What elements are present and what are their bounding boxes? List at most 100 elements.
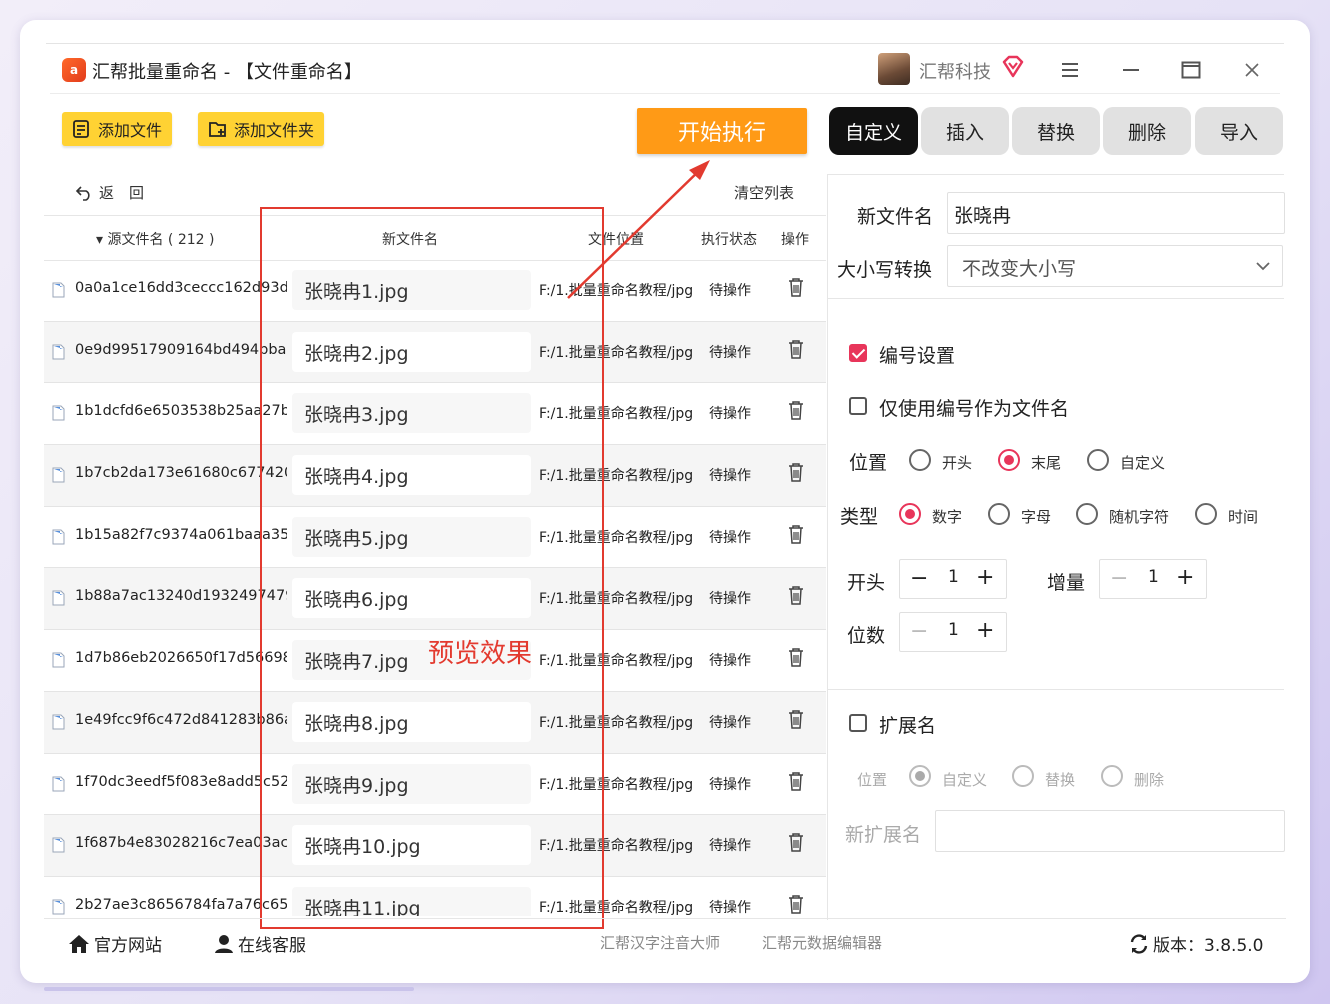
tab-replace[interactable]: 替换 <box>1012 107 1100 155</box>
trash-icon[interactable] <box>788 894 804 914</box>
divider <box>828 689 1284 690</box>
chevron-down-icon <box>1256 262 1270 271</box>
ext-custom-radio[interactable] <box>909 765 931 787</box>
trash-icon[interactable] <box>788 524 804 544</box>
add-folder-label: 添加文件夹 <box>234 121 315 140</box>
file-icon <box>52 590 65 606</box>
trash-icon[interactable] <box>788 462 804 482</box>
trash-icon[interactable] <box>788 400 804 421</box>
source-filename: 1b7cb2da173e61680c677420e <box>75 465 287 482</box>
tab-custom[interactable]: 自定义 <box>829 107 918 155</box>
new-name-input[interactable]: 张晓冉 <box>947 192 1285 234</box>
minimize-icon[interactable] <box>1117 56 1145 84</box>
position-start-radio[interactable] <box>909 449 931 471</box>
status-text: 待操作 <box>709 406 751 423</box>
close-icon[interactable] <box>1238 56 1266 84</box>
menu-icon[interactable] <box>1056 56 1084 84</box>
user-name[interactable]: 汇帮科技 <box>919 58 991 84</box>
trash-icon[interactable] <box>788 832 804 852</box>
increment-label: 增量 <box>1047 572 1086 594</box>
type-random-radio[interactable] <box>1076 503 1098 525</box>
case-select[interactable]: 不改变大小写 <box>947 245 1283 287</box>
type-random-label: 随机字符 <box>1109 508 1170 526</box>
col-source[interactable]: ▾ 源文件名 ( 212 ) <box>96 229 214 249</box>
position-end-radio[interactable] <box>998 449 1020 471</box>
avatar[interactable] <box>878 53 910 85</box>
trash-icon[interactable] <box>788 277 804 297</box>
status-text: 待操作 <box>709 468 751 485</box>
status-text: 待操作 <box>709 899 751 916</box>
start-stepper[interactable]: − 1 + <box>899 559 1007 599</box>
vip-diamond-icon[interactable] <box>1000 54 1026 80</box>
trash-icon[interactable] <box>788 771 804 791</box>
status-text: 待操作 <box>709 714 751 731</box>
tab-import[interactable]: 导入 <box>1195 107 1283 155</box>
version-info[interactable]: 版本：3.8.5.0 <box>1129 931 1263 956</box>
numbering-checkbox[interactable] <box>849 344 867 362</box>
position-custom-radio[interactable] <box>1087 449 1109 471</box>
digits-decrement-button[interactable]: − <box>910 619 928 644</box>
type-time-label: 时间 <box>1228 508 1259 526</box>
trash-icon[interactable] <box>788 339 804 359</box>
increment-value: 1 <box>1148 567 1159 587</box>
type-number-radio[interactable] <box>899 503 921 525</box>
digits-increment-button[interactable]: + <box>976 618 994 643</box>
user-support-icon <box>215 934 233 953</box>
increment-stepper[interactable]: − 1 + <box>1099 559 1207 599</box>
file-icon <box>52 282 65 298</box>
type-letter-radio[interactable] <box>988 503 1010 525</box>
divider <box>828 298 1284 299</box>
col-action: 操作 <box>781 232 809 248</box>
add-folder-button[interactable]: 添加文件夹 <box>198 112 325 146</box>
horizontal-scrollbar[interactable] <box>44 987 414 991</box>
app-logo-text: a <box>69 63 79 77</box>
extension-checkbox[interactable] <box>849 714 867 732</box>
add-folder-icon <box>209 122 226 137</box>
type-time-radio[interactable] <box>1195 503 1217 525</box>
clear-list-button[interactable]: 清空列表 <box>734 182 794 203</box>
file-icon <box>52 837 65 853</box>
add-file-button[interactable]: 添加文件 <box>62 112 173 146</box>
ext-custom-label: 自定义 <box>942 771 988 789</box>
ext-delete-radio[interactable] <box>1101 765 1123 787</box>
type-letter-label: 字母 <box>1021 508 1052 526</box>
new-ext-input[interactable] <box>935 810 1285 852</box>
maximize-icon[interactable] <box>1177 56 1205 84</box>
file-icon <box>52 344 65 360</box>
ext-replace-label: 替换 <box>1045 771 1076 789</box>
footer: 官方网站 在线客服 汇帮汉字注音大师 汇帮元数据编辑器 版本：3.8.5.0 <box>44 918 1286 965</box>
trash-icon[interactable] <box>788 709 804 729</box>
pinyin-app-link[interactable]: 汇帮汉字注音大师 <box>600 932 720 953</box>
file-icon <box>52 714 65 730</box>
preview-highlight-box <box>260 207 604 929</box>
app-logo: a <box>62 58 86 82</box>
start-decrement-button[interactable]: − <box>910 566 928 591</box>
start-value: 1 <box>948 567 959 587</box>
tab-delete[interactable]: 删除 <box>1103 107 1191 155</box>
status-text: 待操作 <box>709 529 751 546</box>
increment-increment-button[interactable]: + <box>1176 565 1194 590</box>
source-filename: 1b1dcfd6e6503538b25aa27bd <box>75 403 287 420</box>
digits-stepper[interactable]: − 1 + <box>899 612 1007 652</box>
metadata-app-link[interactable]: 汇帮元数据编辑器 <box>762 932 882 953</box>
source-filename: 2b27ae3c8656784fa7a76c659b <box>75 896 287 913</box>
support-link[interactable]: 在线客服 <box>214 931 306 956</box>
website-link[interactable]: 官方网站 <box>68 931 162 956</box>
only-number-checkbox[interactable] <box>849 397 867 415</box>
trash-icon[interactable] <box>788 647 804 667</box>
settings-panel: 新文件名 张晓冉 大小写转换 不改变大小写 编号设置 仅使用编号作为文件名 位置… <box>827 174 1285 920</box>
increment-decrement-button[interactable]: − <box>1110 566 1128 591</box>
source-filename: 1f687b4e83028216c7ea03ac3c <box>75 835 287 852</box>
title-divider <box>50 93 1280 94</box>
back-button[interactable]: 返 回 <box>75 182 144 203</box>
source-filename: 1f70dc3eedf5f083e8add5c528 <box>75 773 287 790</box>
start-button[interactable]: 开始执行 <box>637 108 807 154</box>
numbering-label: 编号设置 <box>879 345 956 367</box>
start-increment-button[interactable]: + <box>976 565 994 590</box>
ext-replace-radio[interactable] <box>1012 765 1034 787</box>
tab-insert[interactable]: 插入 <box>921 107 1009 155</box>
trash-icon[interactable] <box>788 585 804 606</box>
position-custom-label: 自定义 <box>1120 454 1166 472</box>
new-name-label: 新文件名 <box>857 206 934 228</box>
type-number-label: 数字 <box>932 508 963 526</box>
